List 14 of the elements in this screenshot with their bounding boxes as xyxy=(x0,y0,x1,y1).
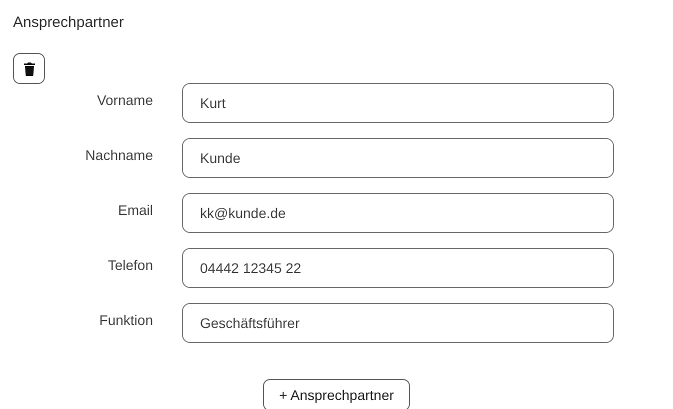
delete-button[interactable] xyxy=(13,53,45,84)
field-label: Telefon xyxy=(108,257,153,274)
input-field[interactable]: Kunde xyxy=(182,138,614,178)
input-field[interactable]: 04442 12345 22 xyxy=(182,248,614,288)
input-field[interactable]: kk@kunde.de xyxy=(182,193,614,233)
input-field[interactable]: Kurt xyxy=(182,83,614,123)
trash-icon xyxy=(24,62,34,76)
field-label: Funktion xyxy=(99,312,153,329)
add-contact-button[interactable]: + Ansprechpartner xyxy=(263,379,410,409)
section-title: Ansprechpartner xyxy=(13,13,124,33)
field-label: Email xyxy=(118,202,153,219)
input-field[interactable]: Geschäftsführer xyxy=(182,303,614,343)
field-label: Nachname xyxy=(85,147,153,164)
field-label: Vorname xyxy=(96,92,153,109)
